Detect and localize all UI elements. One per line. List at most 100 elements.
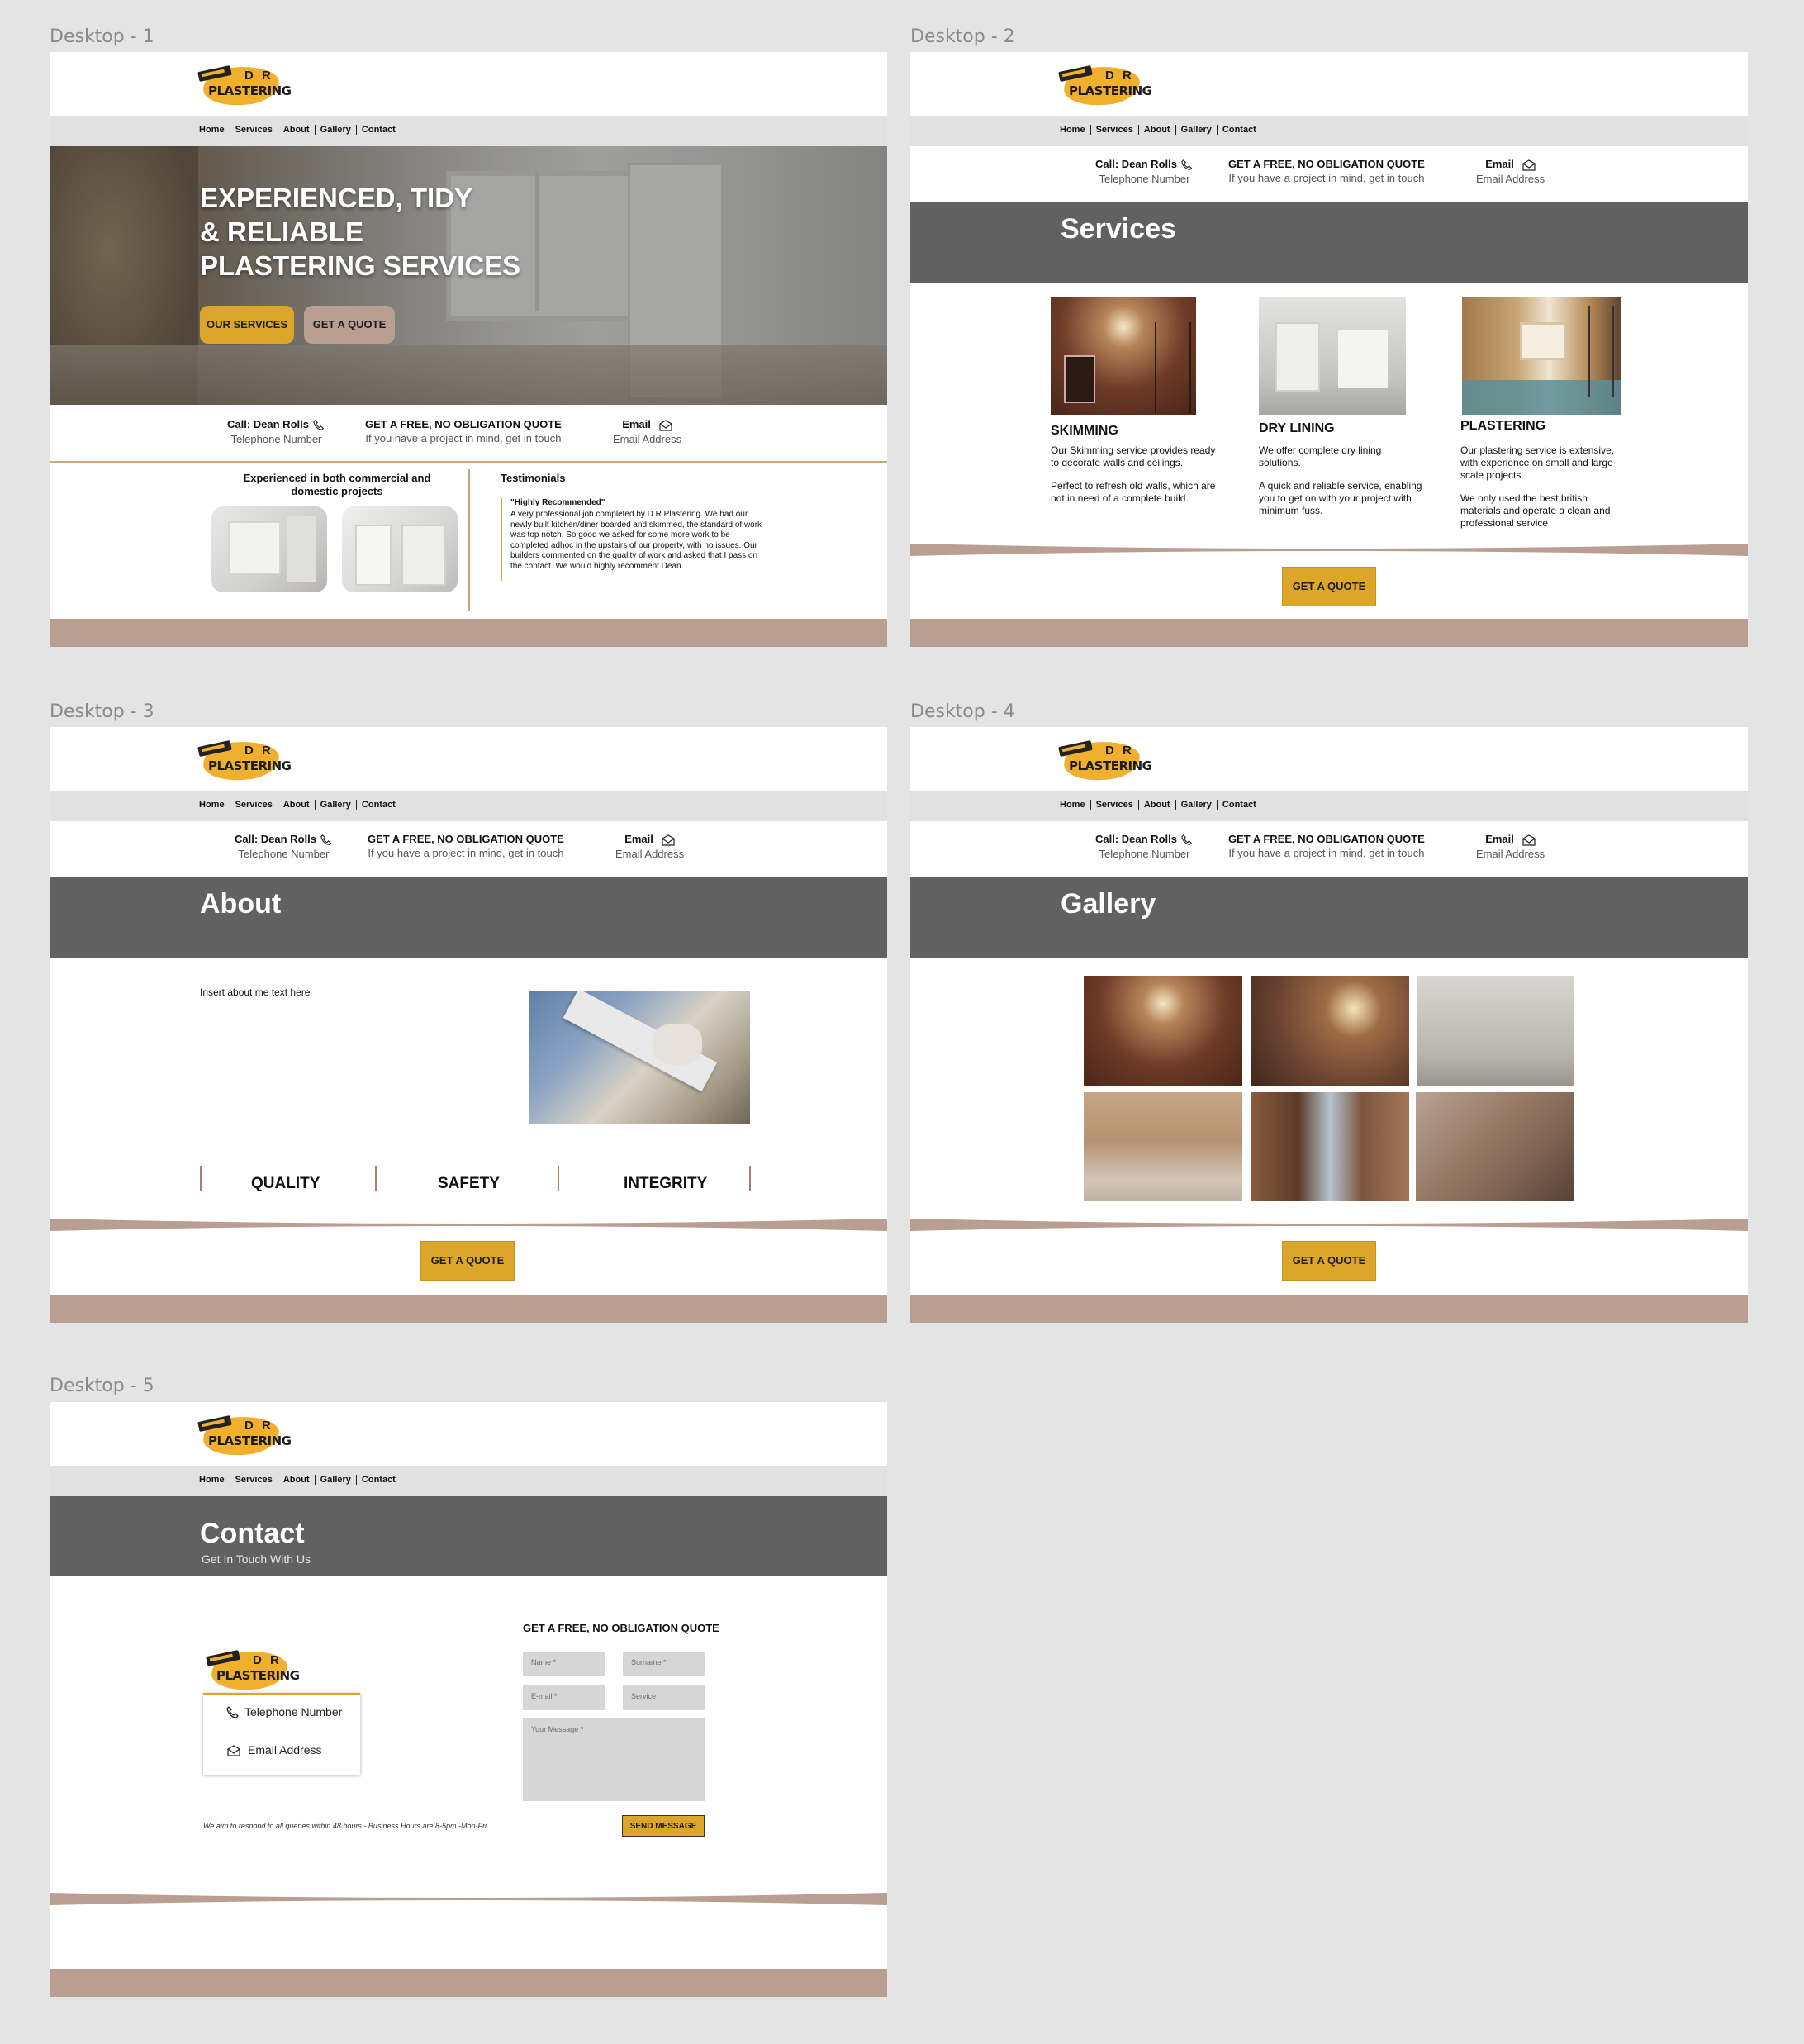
logo-dr: D R bbox=[1105, 69, 1134, 83]
hero-quote-button[interactable]: GET A QUOTE bbox=[304, 306, 395, 344]
call-block[interactable]: Call: Dean Rolls Telephone Number bbox=[235, 833, 333, 860]
about-text: Insert about me text here bbox=[200, 986, 311, 998]
main-nav: Home Services About Gallery Contact bbox=[50, 1466, 887, 1496]
nav-about[interactable]: About bbox=[278, 125, 316, 135]
name-input[interactable]: Name * bbox=[523, 1652, 605, 1676]
logo[interactable]: D R PLASTERING bbox=[197, 1414, 292, 1458]
quote-subtitle: If you have a project in mind, get in to… bbox=[365, 432, 562, 444]
nav-gallery[interactable]: Gallery bbox=[316, 125, 357, 135]
nav-services[interactable]: Services bbox=[1091, 125, 1139, 135]
surname-input[interactable]: Surname * bbox=[623, 1652, 705, 1676]
gallery-image[interactable] bbox=[1251, 1092, 1409, 1201]
get-quote-button[interactable]: GET A QUOTE bbox=[1282, 567, 1376, 606]
email-label: Email bbox=[624, 833, 653, 845]
frame-label: Desktop - 4 bbox=[910, 701, 1015, 722]
service-title-skimming: SKIMMING bbox=[1051, 424, 1118, 438]
nav-gallery[interactable]: Gallery bbox=[1176, 125, 1218, 135]
nav-about[interactable]: About bbox=[1139, 800, 1176, 810]
call-block[interactable]: Call: Dean Rolls Telephone Number bbox=[227, 418, 325, 445]
email-block[interactable]: Email Email Address bbox=[1476, 833, 1545, 860]
site-header: D R PLASTERING bbox=[910, 727, 1748, 791]
wave-divider bbox=[910, 1219, 1748, 1231]
our-services-button[interactable]: OUR SERVICES bbox=[200, 306, 294, 344]
quote-subtitle: If you have a project in mind, get in to… bbox=[1228, 172, 1425, 184]
nav-about[interactable]: About bbox=[1139, 125, 1176, 135]
testimonials-title: Testimonials bbox=[501, 472, 566, 484]
pillar-divider bbox=[200, 1166, 202, 1191]
email-block[interactable]: Email Email Address bbox=[613, 418, 681, 445]
email-input[interactable]: E-mail * bbox=[523, 1685, 605, 1710]
logo[interactable]: D R PLASTERING bbox=[1058, 739, 1152, 783]
card-phone[interactable]: Telephone Number bbox=[226, 1705, 342, 1719]
frame-label: Desktop - 3 bbox=[50, 701, 154, 722]
nav-contact[interactable]: Contact bbox=[357, 125, 401, 135]
nav-home[interactable]: Home bbox=[1060, 800, 1091, 810]
page-banner: Contact Get In Touch With Us bbox=[50, 1496, 887, 1576]
service-input[interactable]: Service bbox=[623, 1685, 705, 1710]
nav-services[interactable]: Services bbox=[1091, 800, 1139, 810]
nav-contact[interactable]: Contact bbox=[357, 800, 401, 810]
phone-number: Telephone Number bbox=[1099, 847, 1190, 860]
frame-label: Desktop - 1 bbox=[50, 26, 154, 47]
quote-block: GET A FREE, NO OBLIGATION QUOTE If you h… bbox=[1228, 833, 1425, 859]
nav-services[interactable]: Services bbox=[230, 125, 278, 135]
footer bbox=[50, 619, 887, 647]
site-header: D R PLASTERING bbox=[50, 52, 887, 116]
card-phone-label: Telephone Number bbox=[244, 1705, 343, 1718]
wave-divider bbox=[50, 1893, 887, 1905]
quote-title: GET A FREE, NO OBLIGATION QUOTE bbox=[1228, 833, 1425, 845]
logo[interactable]: D R PLASTERING bbox=[197, 739, 292, 783]
gallery-image[interactable] bbox=[1251, 976, 1409, 1086]
contact-logo: D R PLASTERING bbox=[206, 1648, 300, 1693]
nav-home[interactable]: Home bbox=[199, 800, 230, 810]
page-banner: Services bbox=[910, 202, 1748, 283]
call-block[interactable]: Call: Dean Rolls Telephone Number bbox=[1095, 833, 1194, 860]
gallery-image[interactable] bbox=[1417, 976, 1574, 1086]
get-quote-button[interactable]: GET A QUOTE bbox=[1282, 1241, 1376, 1281]
gallery-image[interactable] bbox=[1416, 1092, 1574, 1201]
gallery-image[interactable] bbox=[1084, 976, 1242, 1086]
nav-gallery[interactable]: Gallery bbox=[316, 1475, 357, 1485]
hero: EXPERIENCED, TIDY & RELIABLE PLASTERING … bbox=[50, 146, 887, 405]
about-photo bbox=[529, 991, 750, 1124]
email-block[interactable]: Email Email Address bbox=[1476, 158, 1545, 185]
card-email[interactable]: Email Address bbox=[226, 1743, 321, 1756]
pillar-divider bbox=[749, 1166, 751, 1191]
nav-contact[interactable]: Contact bbox=[1218, 125, 1261, 135]
gallery-image[interactable] bbox=[1084, 1092, 1242, 1201]
nav-services[interactable]: Services bbox=[230, 1475, 278, 1485]
project-photo-1 bbox=[211, 506, 327, 592]
nav-contact[interactable]: Contact bbox=[357, 1475, 401, 1485]
project-photo-2 bbox=[342, 506, 458, 592]
call-block[interactable]: Call: Dean Rolls Telephone Number bbox=[1095, 158, 1194, 185]
phone-number: Telephone Number bbox=[238, 847, 330, 860]
page-title: Contact bbox=[200, 1518, 305, 1549]
logo[interactable]: D R PLASTERING bbox=[197, 64, 292, 108]
nav-about[interactable]: About bbox=[278, 1475, 316, 1485]
quote-title: GET A FREE, NO OBLIGATION QUOTE bbox=[1228, 158, 1425, 170]
message-textarea[interactable]: Your Message * bbox=[523, 1718, 705, 1801]
nav-home[interactable]: Home bbox=[1060, 125, 1091, 135]
phone-icon bbox=[226, 1706, 239, 1718]
nav-gallery[interactable]: Gallery bbox=[316, 800, 357, 810]
nav-contact[interactable]: Contact bbox=[1218, 800, 1261, 810]
call-label: Call: Dean Rolls bbox=[227, 418, 309, 430]
pillar-integrity: INTEGRITY bbox=[624, 1175, 708, 1192]
logo[interactable]: D R PLASTERING bbox=[1058, 64, 1152, 108]
nav-home[interactable]: Home bbox=[199, 1475, 230, 1485]
logo-plastering: PLASTERING bbox=[1069, 758, 1152, 773]
nav-home[interactable]: Home bbox=[199, 125, 230, 135]
nav-services[interactable]: Services bbox=[230, 800, 278, 810]
send-message-button[interactable]: SEND MESSAGE bbox=[622, 1815, 705, 1837]
main-nav: Home Services About Gallery Contact bbox=[50, 116, 887, 146]
page-title: About bbox=[200, 888, 282, 920]
quote-block: GET A FREE, NO OBLIGATION QUOTE If you h… bbox=[368, 833, 564, 859]
get-quote-button[interactable]: GET A QUOTE bbox=[420, 1241, 515, 1281]
pillar-divider bbox=[375, 1166, 377, 1191]
site-header: D R PLASTERING bbox=[910, 52, 1748, 116]
nav-about[interactable]: About bbox=[278, 800, 316, 810]
pillar-quality: QUALITY bbox=[251, 1175, 320, 1192]
service-para: Perfect to refresh old walls, which are … bbox=[1051, 480, 1216, 504]
nav-gallery[interactable]: Gallery bbox=[1176, 800, 1218, 810]
email-block[interactable]: Email Email Address bbox=[615, 833, 684, 860]
